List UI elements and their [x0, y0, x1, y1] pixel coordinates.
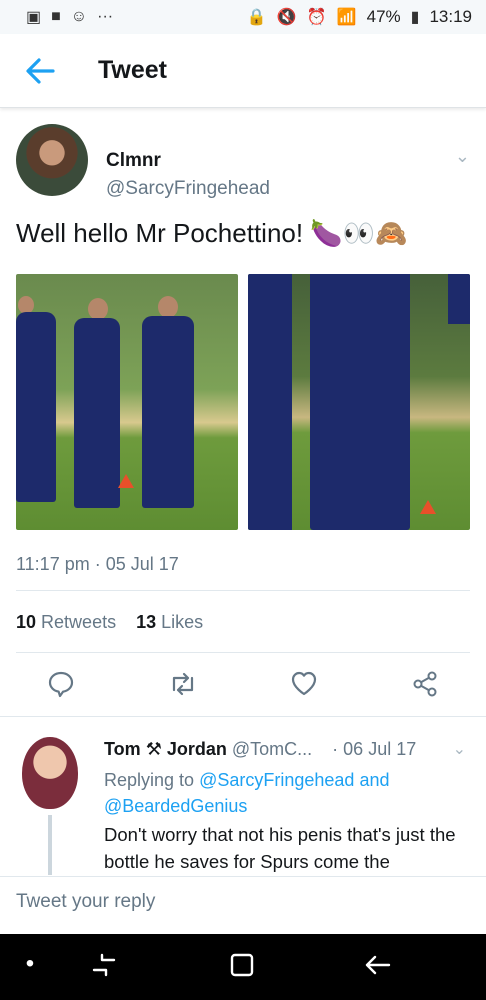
back-arrow-icon[interactable] — [0, 34, 80, 108]
lock-icon: 🔒 — [246, 9, 267, 26]
likes-stat[interactable]: 13 Likes — [136, 612, 203, 632]
divider — [16, 590, 470, 591]
tweet-actions — [0, 666, 486, 706]
tweet-author: Clmnr @SarcyFringehead ⌄ — [16, 124, 476, 200]
reply-author-name[interactable]: Tom — [104, 739, 141, 759]
android-nav-bar: • — [0, 934, 486, 1000]
dot-icon: • — [25, 950, 35, 977]
reply-composer[interactable]: Tweet your reply — [0, 876, 486, 934]
author-name[interactable]: Clmnr — [106, 150, 161, 172]
reply-text: Don't worry that not his penis that's ju… — [104, 824, 456, 872]
author-handle[interactable]: @SarcyFringehead — [106, 178, 270, 200]
battery-icon: ▮ — [410, 9, 420, 26]
reply-input[interactable]: Tweet your reply — [16, 891, 155, 913]
reply-icon[interactable] — [46, 670, 76, 700]
author-avatar[interactable] — [16, 124, 88, 196]
mention-link[interactable]: @SarcyFringehead — [199, 770, 354, 790]
page-title: Tweet — [98, 56, 167, 84]
reply-header: Tom ⚒ Jordan @TomC... · 06 Jul 17 — [104, 739, 416, 760]
chevron-down-icon[interactable]: ⌄ — [455, 146, 470, 167]
top-app-bar: Tweet — [0, 34, 486, 108]
reply-tweet[interactable]: Tom ⚒ Jordan @TomC... · 06 Jul 17 ⌄ Repl… — [0, 716, 486, 876]
status-bar: ▣ ■ ☺ ··· 🔒 🔇 ⏰ 📶 47% ▮ 13:19 — [0, 0, 486, 34]
image-icon: ▣ — [26, 9, 42, 26]
reply-date: · 06 Jul 17 — [332, 739, 417, 759]
tweet-text: Well hello Mr Pochettino! 🍆👀🙈 — [16, 218, 408, 248]
share-icon[interactable] — [410, 670, 440, 700]
message-icon: ■ — [51, 8, 61, 25]
battery-level: 47% — [366, 7, 401, 26]
replying-to: Replying to @SarcyFringehead and @Bearde… — [104, 770, 390, 816]
mute-icon: 🔇 — [276, 9, 297, 26]
alarm-icon: ⏰ — [306, 9, 327, 26]
reply-avatar[interactable] — [22, 737, 78, 809]
chevron-down-icon[interactable]: ⌄ — [453, 739, 466, 759]
heart-icon[interactable] — [289, 670, 319, 700]
retweet-icon[interactable] — [168, 670, 198, 700]
more-icon: ··· — [97, 8, 114, 25]
tweet-timestamp: 11:17 pm · 05 Jul 17 — [16, 554, 179, 574]
mention-link[interactable]: @BeardedGenius — [104, 796, 247, 816]
reply-handle[interactable]: @TomC... — [232, 739, 312, 759]
tweet-photo[interactable] — [248, 274, 470, 530]
reply-author-name[interactable]: Jordan — [167, 739, 227, 759]
tools-icon: ⚒ — [145, 739, 162, 759]
retweets-stat[interactable]: 10 Retweets — [16, 612, 116, 632]
home-icon[interactable] — [222, 950, 262, 984]
clock: 13:19 — [429, 7, 472, 26]
wifi-icon: 📶 — [336, 9, 357, 26]
thread-line — [48, 815, 52, 875]
tweet-stats: 10 Retweets 13 Likes — [16, 612, 203, 633]
back-icon[interactable] — [358, 950, 398, 984]
tweet-media — [16, 274, 470, 530]
smiley-icon: ☺ — [70, 8, 88, 25]
tweet-photo[interactable] — [16, 274, 238, 530]
divider — [16, 652, 470, 653]
recent-apps-icon[interactable] — [84, 950, 124, 984]
